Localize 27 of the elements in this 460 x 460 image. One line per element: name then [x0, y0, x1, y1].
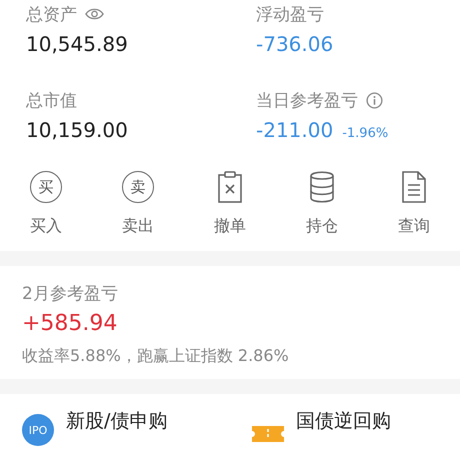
- stat-value: 10,159.00: [26, 118, 128, 142]
- clipboard-x-icon[interactable]: [216, 170, 244, 204]
- action-label[interactable]: 持仓: [306, 216, 338, 237]
- action-label[interactable]: 查询: [398, 216, 430, 237]
- action-label[interactable]: 买入: [30, 216, 62, 237]
- action-label[interactable]: 卖出: [122, 216, 154, 237]
- service-label[interactable]: 国债逆回购: [296, 408, 391, 434]
- action-label[interactable]: 撤单: [214, 216, 246, 237]
- monthly-value: +585.94: [22, 311, 118, 336]
- circle-character-icon[interactable]: 卖: [122, 171, 154, 203]
- info-icon[interactable]: [366, 92, 383, 108]
- stat-value: -736.06: [256, 32, 334, 56]
- document-icon[interactable]: [400, 170, 428, 204]
- ipo-icon[interactable]: IPO: [22, 414, 54, 446]
- stat-value: -211.00: [256, 118, 334, 142]
- return-summary: 收益率5.88%，跑赢上证指数 2.86%: [22, 346, 289, 367]
- change-percent: -1.96%: [342, 126, 388, 141]
- circle-character-icon[interactable]: 买: [30, 171, 62, 203]
- stat-label: 总资产: [26, 4, 77, 26]
- monthly-title: 2月参考盈亏: [22, 283, 118, 305]
- stat-label: 浮动盈亏: [256, 4, 324, 26]
- eye-icon[interactable]: [85, 7, 104, 21]
- database-icon[interactable]: [308, 170, 336, 204]
- stat-label: 当日参考盈亏: [256, 90, 358, 112]
- service-label[interactable]: 新股/债申购: [66, 408, 168, 434]
- stat-label: 总市值: [26, 90, 77, 112]
- stat-value: 10,545.89: [26, 32, 128, 56]
